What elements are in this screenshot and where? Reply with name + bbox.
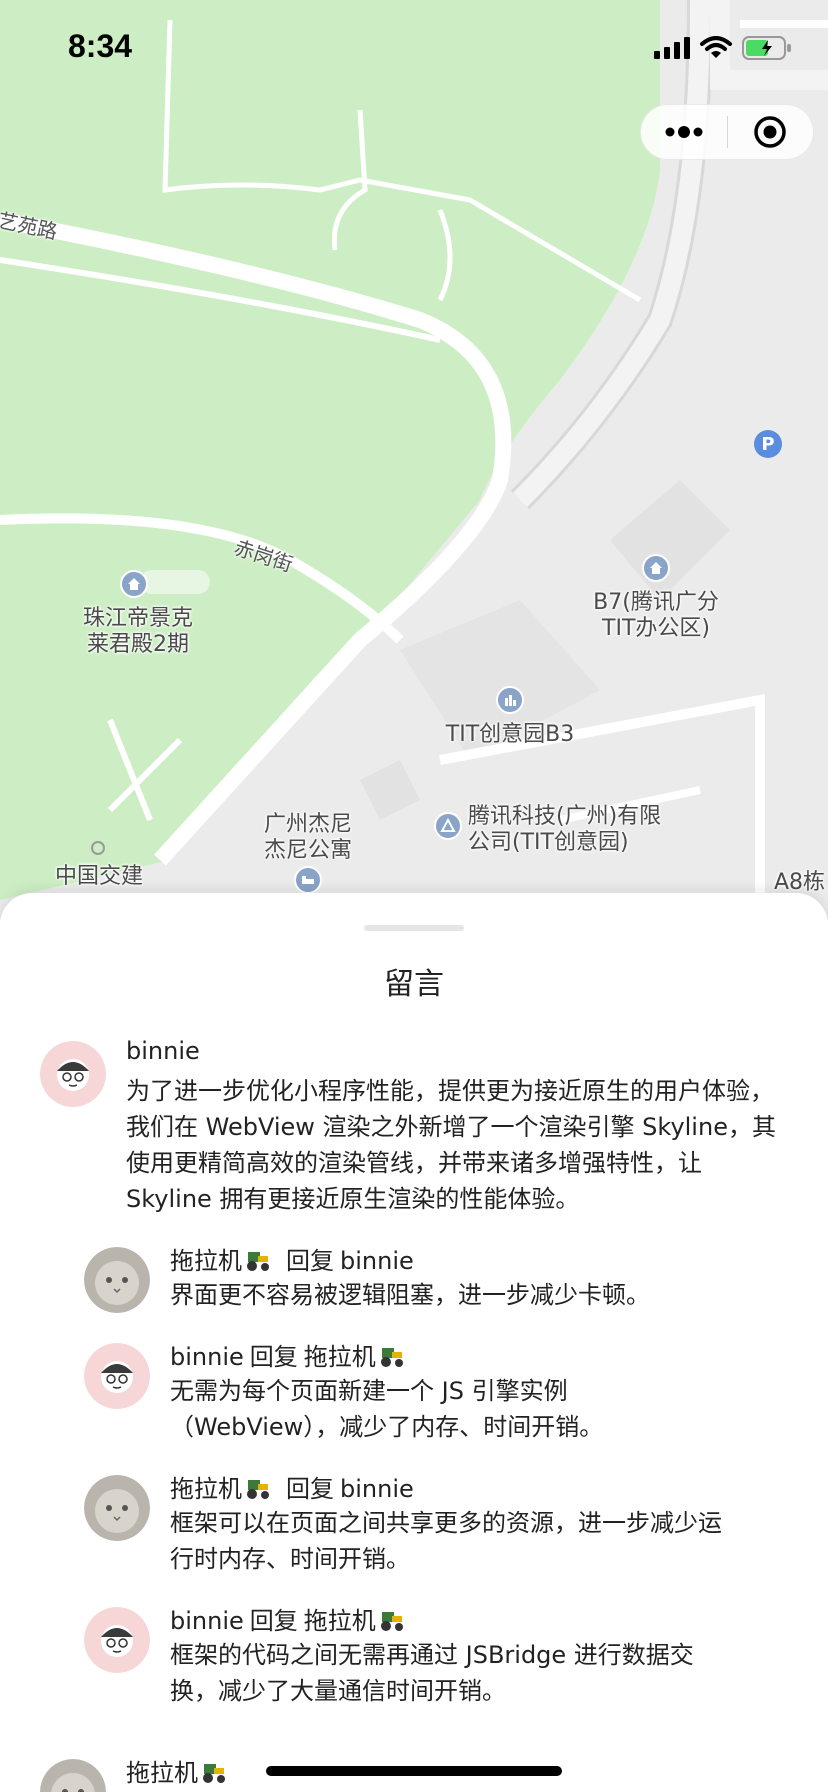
ellipsis-icon <box>665 126 703 138</box>
comment-sheet: 留言 binnie 为了进一步优化小程序性能，提供更为接近原生的用户体验，我们在… <box>0 893 828 1792</box>
map-label-zhujiang[interactable]: 珠江帝景克 莱君殿2期 <box>68 606 208 658</box>
reply-author[interactable]: binnie <box>170 1607 244 1635</box>
avatar[interactable] <box>84 1607 150 1673</box>
close-button[interactable] <box>728 105 814 159</box>
comment-text: 框架的代码之间无需再通过 JSBridge 进行数据交换，减少了大量通信时间开销… <box>170 1641 694 1705</box>
reply-word: 回复 <box>249 1343 298 1371</box>
avatar[interactable] <box>40 1759 106 1792</box>
tractor-icon <box>380 1612 403 1631</box>
map-label-zhongguo[interactable]: 中国交建 <box>44 864 154 890</box>
target-icon <box>754 116 786 148</box>
wifi-icon <box>700 36 732 58</box>
poi-company-icon <box>434 812 462 840</box>
comment-author[interactable]: 拖拉机 <box>126 1759 198 1787</box>
map-label-jieni[interactable]: 广州杰尼 杰尼公寓 <box>248 812 368 864</box>
tractor-icon <box>203 1764 225 1783</box>
reply-author[interactable]: 拖拉机 <box>170 1475 242 1503</box>
avatar[interactable] <box>84 1475 150 1541</box>
battery-icon <box>742 36 791 60</box>
home-indicator[interactable] <box>266 1766 562 1776</box>
map-label-tencent[interactable]: 腾讯科技(广州)有限 公司(TIT创意园) <box>468 804 688 856</box>
signal-icon <box>654 37 690 59</box>
avatar[interactable] <box>84 1343 150 1409</box>
reply-header: binnie 回复 拖拉机 <box>170 1337 406 1372</box>
reply-header: binnie 回复 拖拉机 <box>170 1601 406 1636</box>
reply-target[interactable]: binnie <box>340 1247 414 1275</box>
comment-text: 框架可以在页面之间共享更多的资源，进一步减少运行时内存、时间开销。 <box>170 1509 722 1573</box>
status-bar: 8:34 <box>0 0 828 100</box>
reply-header: 拖拉机 回复 binnie <box>170 1241 414 1276</box>
comment-text: 无需为每个页面新建一个 JS 引擎实例（WebView），减少了内存、时间开销。 <box>170 1377 604 1441</box>
comment-text: 界面更不容易被逻辑阻塞，进一步减少卡顿。 <box>170 1281 650 1309</box>
parking-icon[interactable]: P <box>754 430 782 458</box>
sheet-title: 留言 <box>384 967 444 1002</box>
status-time: 8:34 <box>68 28 133 64</box>
reply-header: 拖拉机 回复 binnie <box>170 1469 414 1504</box>
map-label-b7[interactable]: B7(腾讯广分 TIT办公区) <box>574 590 738 642</box>
poi-building-icon <box>496 686 524 714</box>
avatar[interactable] <box>84 1247 150 1313</box>
poi-home-icon <box>120 570 148 598</box>
drag-handle[interactable] <box>364 925 464 931</box>
reply-word: 回复 <box>249 1607 298 1635</box>
poi-home-icon <box>642 554 670 582</box>
mini-program-capsule <box>640 104 814 160</box>
avatar[interactable] <box>40 1041 106 1107</box>
map-label-b3[interactable]: TIT创意园B3 <box>430 722 590 748</box>
comment-author[interactable]: binnie <box>126 1037 200 1065</box>
status-icons <box>654 36 792 60</box>
tractor-icon <box>247 1252 269 1271</box>
reply-word: 回复 <box>286 1475 334 1503</box>
reply-target[interactable]: binnie <box>340 1475 414 1503</box>
tractor-icon <box>247 1480 269 1499</box>
tractor-icon <box>380 1348 403 1367</box>
reply-word: 回复 <box>286 1247 334 1275</box>
reply-author[interactable]: binnie <box>170 1343 244 1371</box>
reply-author[interactable]: 拖拉机 <box>170 1247 242 1275</box>
comment-author-row: 拖拉机 <box>126 1753 228 1788</box>
reply-target[interactable]: 拖拉机 <box>304 1607 376 1635</box>
comment-text: 为了进一步优化小程序性能，提供更为接近原生的用户体验，我们在 WebView 渲… <box>126 1077 776 1213</box>
reply-target[interactable]: 拖拉机 <box>304 1343 376 1371</box>
more-button[interactable] <box>641 105 727 159</box>
poi-hotel-icon <box>294 866 322 894</box>
